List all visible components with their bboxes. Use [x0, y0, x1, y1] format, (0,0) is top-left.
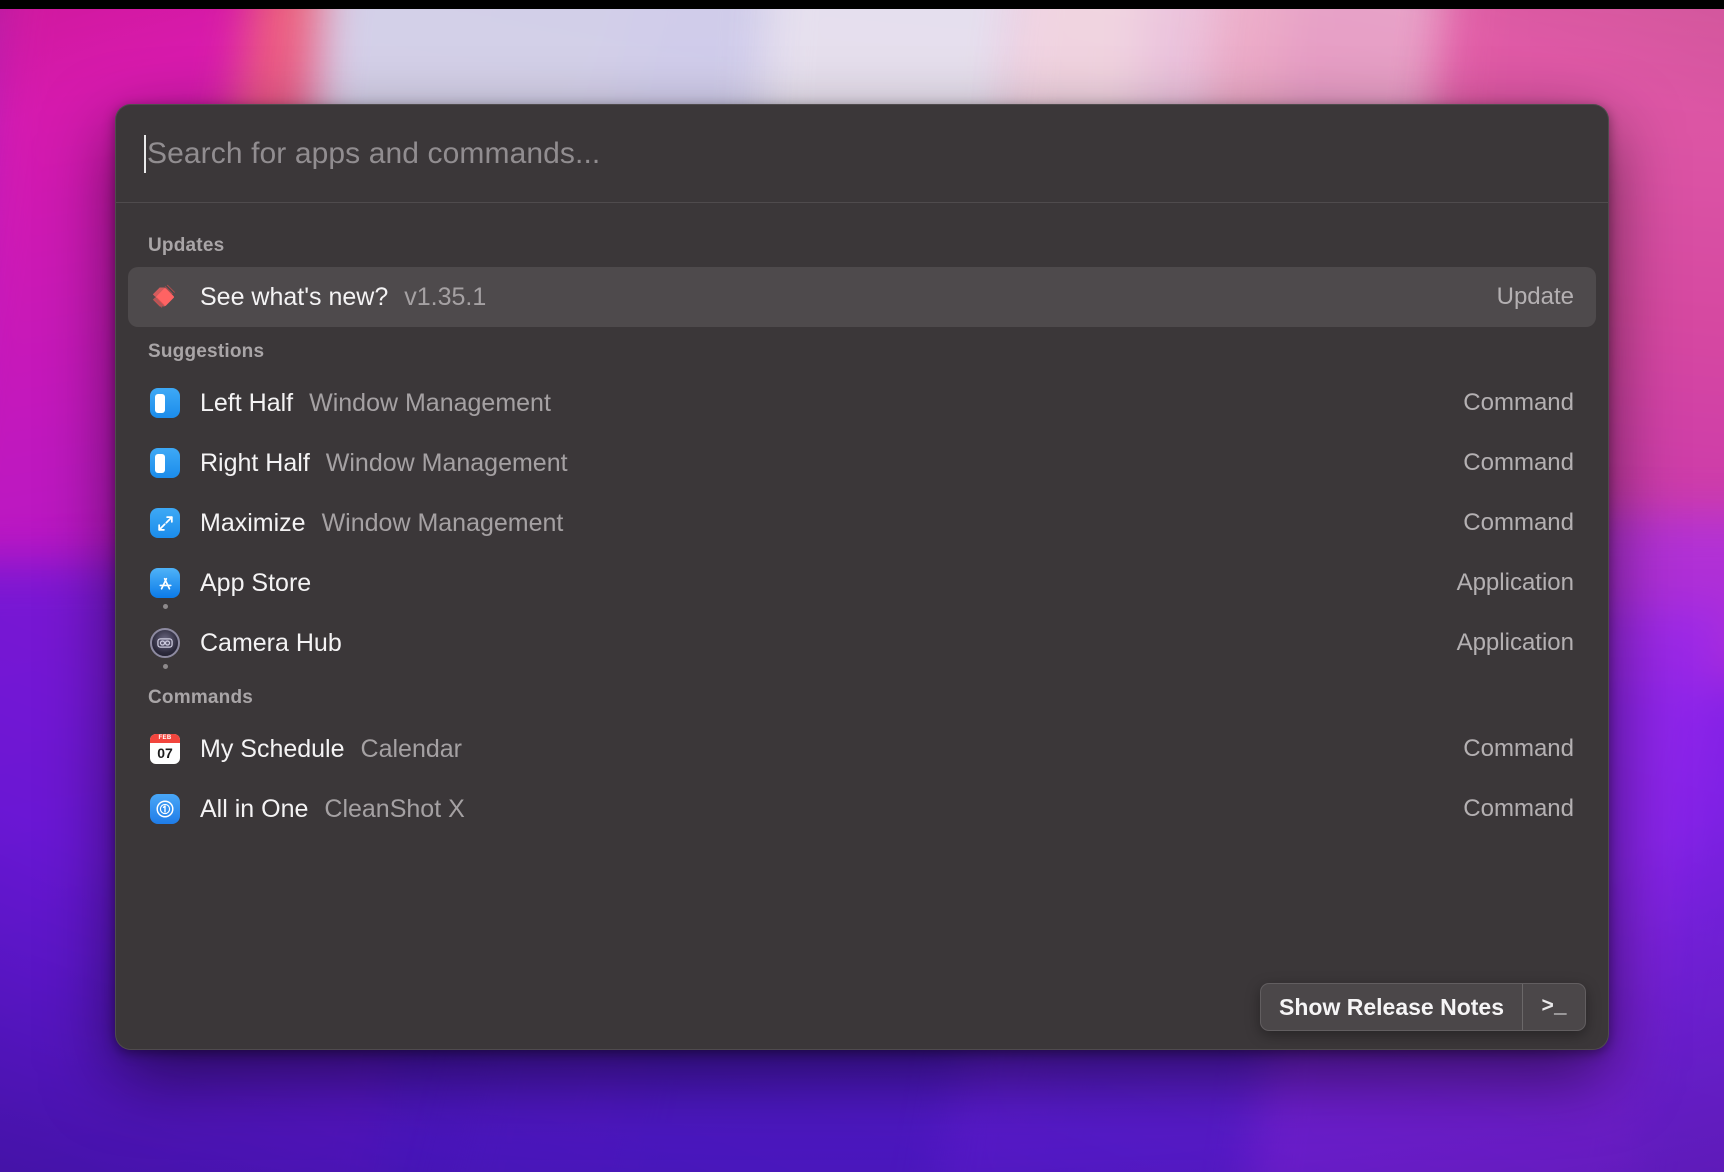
window-right-half-icon [148, 446, 182, 480]
section-title-updates: Updates [128, 221, 1596, 267]
list-item-title: All in One [200, 795, 308, 824]
terminal-icon[interactable]: >_ [1523, 984, 1585, 1030]
app-store-icon [148, 566, 182, 600]
raycast-logo-icon [148, 280, 182, 314]
window-maximize-glyph [150, 508, 180, 538]
primary-action-button[interactable]: Show Release Notes >_ [1260, 983, 1586, 1031]
window-half-bar [155, 394, 165, 413]
list-item-accessory: Command [1463, 449, 1574, 477]
calendar-day: 07 [150, 743, 180, 764]
window-maximize-icon [148, 506, 182, 540]
list-item-accessory: Command [1463, 389, 1574, 417]
calendar-glyph: FEB07 [150, 734, 180, 764]
app-store-glyph [150, 568, 180, 598]
list-item[interactable]: FEB07 My Schedule Calendar Command [128, 719, 1596, 779]
window-half-bar [155, 454, 165, 473]
camera-hub-glyph [150, 628, 180, 658]
app-running-indicator [163, 604, 168, 609]
list-item[interactable]: App Store Application [128, 553, 1596, 613]
list-item-accessory: Application [1457, 629, 1574, 657]
list-item-accessory: Application [1457, 569, 1574, 597]
list-item[interactable]: Maximize Window Management Command [128, 493, 1596, 553]
list-item-accessory: Command [1463, 795, 1574, 823]
window-left-half-icon-glyph [150, 388, 180, 418]
list-item-title: See what's new? [200, 283, 388, 312]
camera-hub-icon [148, 626, 182, 660]
list-item-title: Right Half [200, 449, 310, 478]
section-title-commands: Commands [128, 673, 1596, 719]
list-item-subtitle: Window Management [309, 389, 551, 418]
list-item-subtitle: Window Management [326, 449, 568, 478]
list-item[interactable]: Camera Hub Application [128, 613, 1596, 673]
window-right-half-icon-glyph [150, 448, 180, 478]
calendar-icon: FEB07 [148, 732, 182, 766]
list-item-subtitle: CleanShot X [324, 795, 464, 824]
primary-action-label: Show Release Notes [1261, 984, 1522, 1030]
list-item-subtitle: v1.35.1 [404, 283, 486, 312]
list-item-title: Maximize [200, 509, 306, 538]
list-item-title: My Schedule [200, 735, 345, 764]
app-running-indicator [163, 664, 168, 669]
list-item[interactable]: Left Half Window Management Command [128, 373, 1596, 433]
calendar-month: FEB [150, 734, 180, 743]
list-item-subtitle: Calendar [361, 735, 462, 764]
list-item-subtitle: Window Management [322, 509, 564, 538]
command-launcher-window: Search for apps and commands... UpdatesS… [115, 104, 1609, 1050]
cleanshot-glyph [150, 794, 180, 824]
search-bar[interactable]: Search for apps and commands... [116, 105, 1608, 203]
results-list: Updates See what's new? v1.35.1 Update Sugge… [116, 203, 1608, 1049]
list-item-title: Left Half [200, 389, 293, 418]
list-item-accessory: Command [1463, 509, 1574, 537]
section-title-suggestions: Suggestions [128, 327, 1596, 373]
text-caret [144, 135, 146, 173]
list-item-title: Camera Hub [200, 629, 342, 658]
list-item-accessory: Update [1497, 283, 1574, 311]
search-input[interactable]: Search for apps and commands... [147, 137, 600, 171]
window-left-half-icon [148, 386, 182, 420]
screen-top-bezel [0, 0, 1724, 9]
list-item-accessory: Command [1463, 735, 1574, 763]
cleanshot-icon [148, 792, 182, 826]
list-item[interactable]: Right Half Window Management Command [128, 433, 1596, 493]
list-item-title: App Store [200, 569, 311, 598]
list-item[interactable]: See what's new? v1.35.1 Update [128, 267, 1596, 327]
list-item[interactable]: All in One CleanShot X Command [128, 779, 1596, 839]
